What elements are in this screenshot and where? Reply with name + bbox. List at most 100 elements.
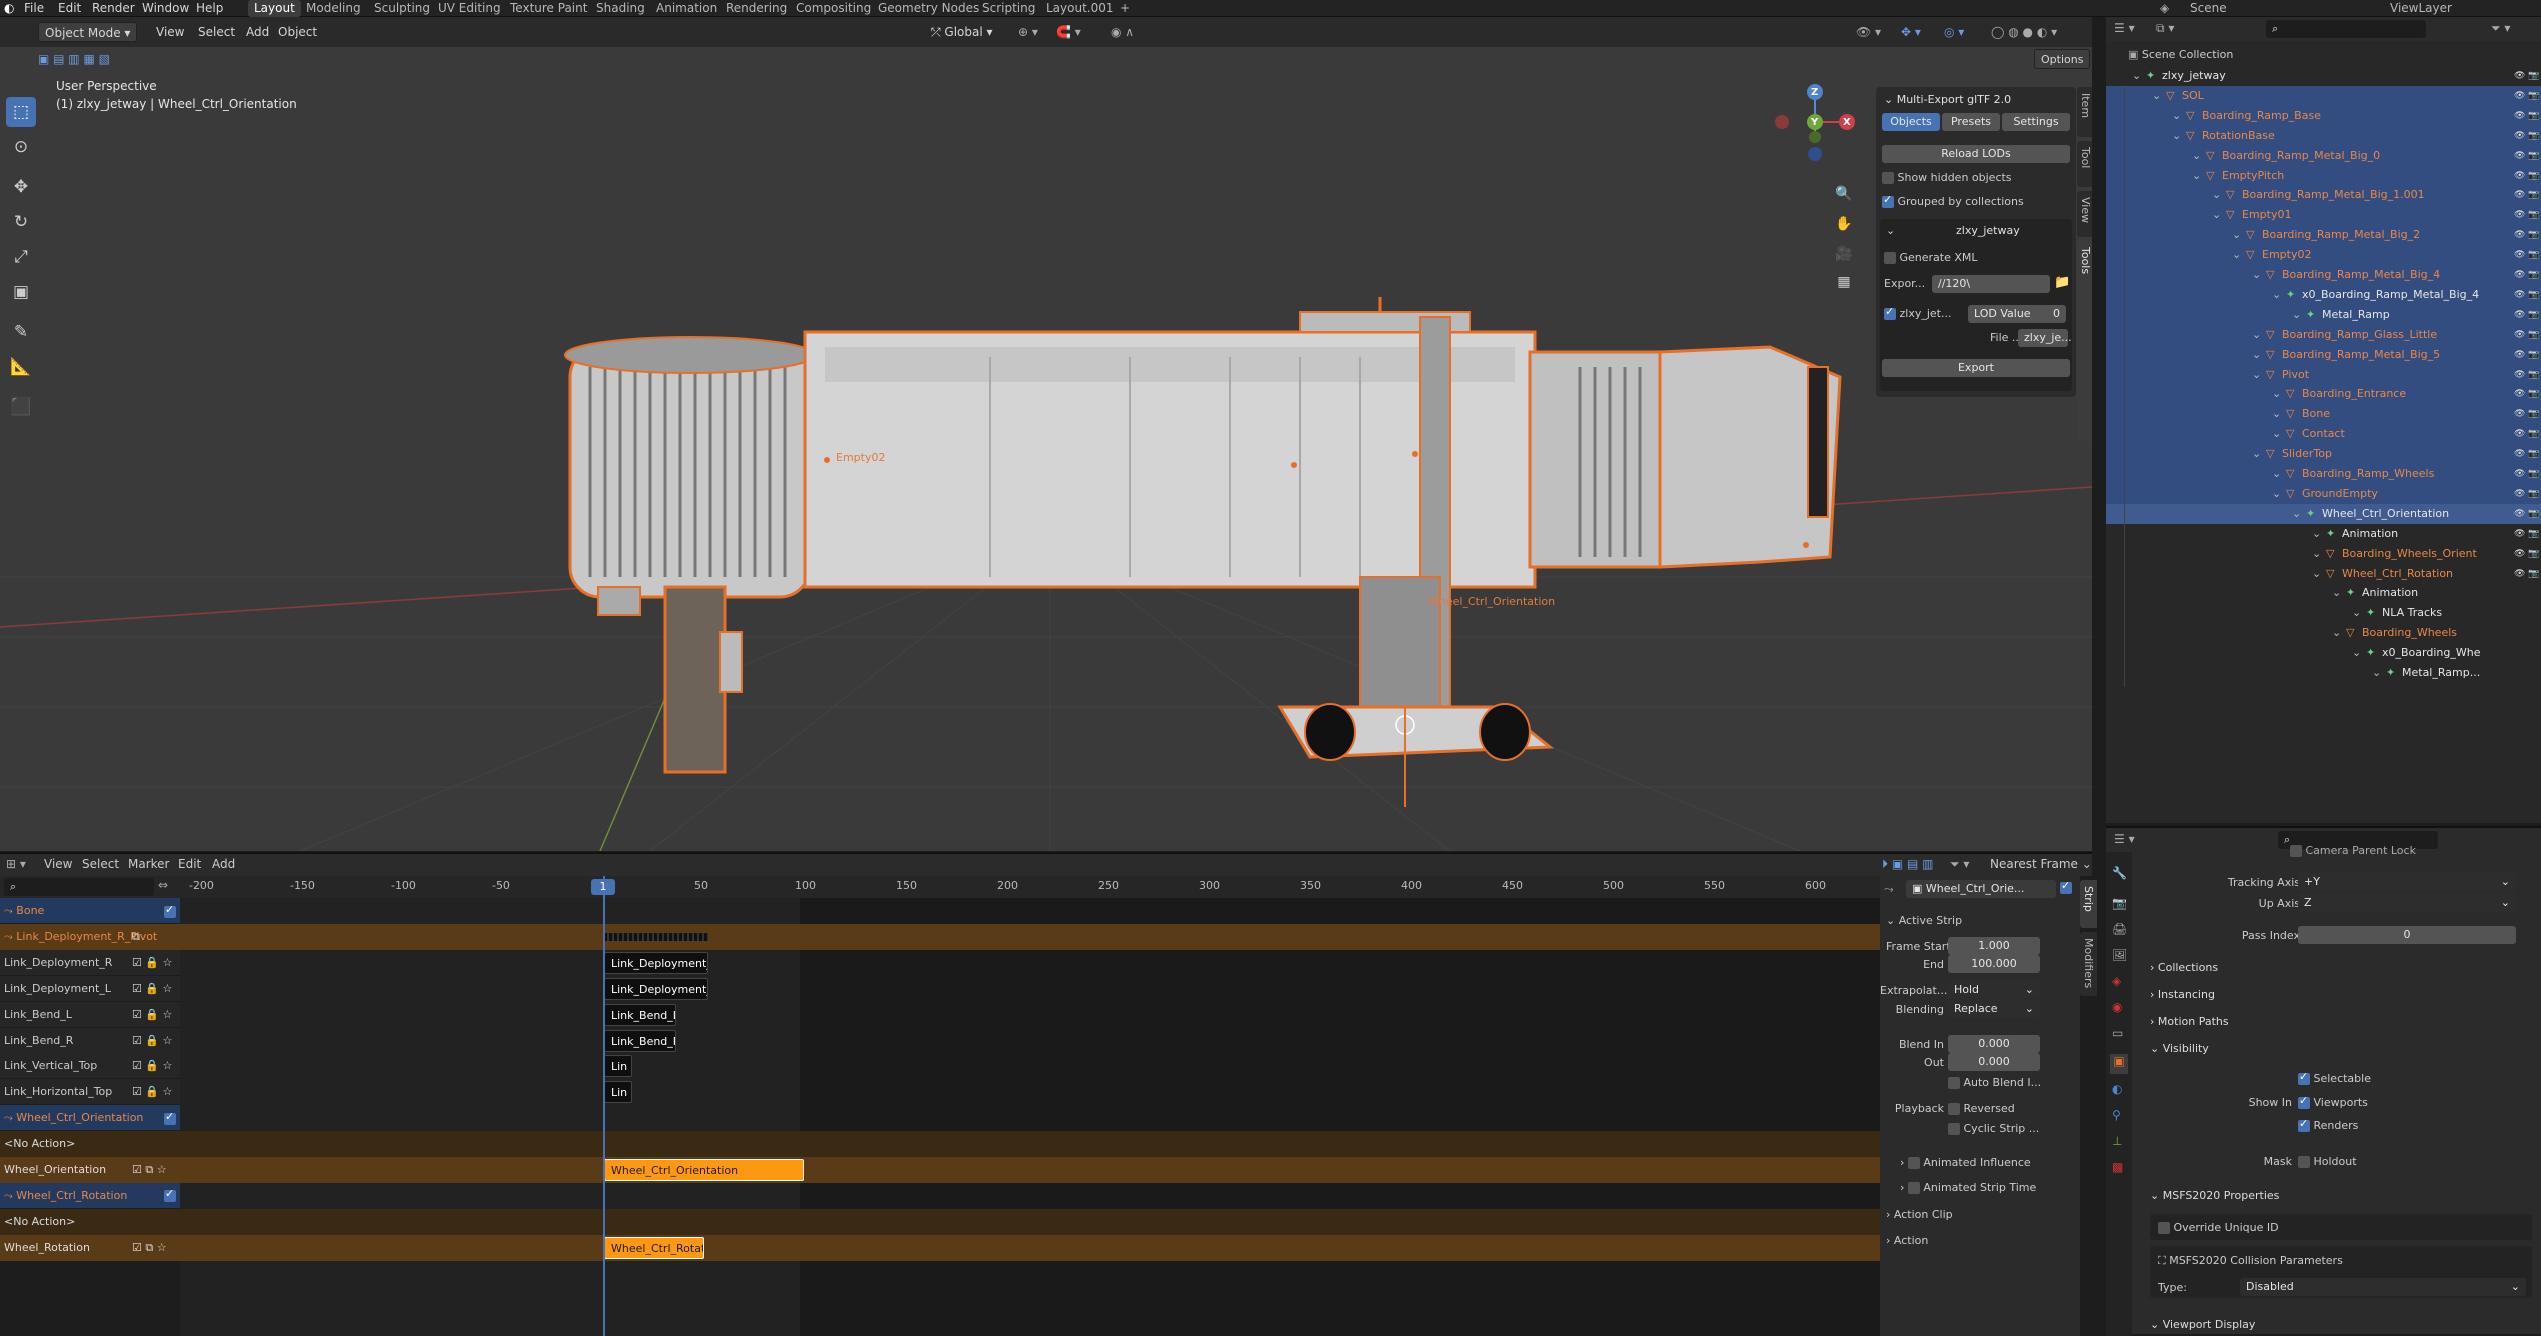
tab-shading[interactable]: Shading	[596, 1, 645, 15]
data-props-icon[interactable]: ⊥	[2112, 1134, 2122, 1148]
outliner-row[interactable]: ⌄ ▽ Wheel_Ctrl_Rotation 👁 📷	[2106, 564, 2541, 584]
expand-toggle-icon[interactable]: ⌄	[2252, 265, 2261, 285]
action-clip-section[interactable]: › Action Clip	[1886, 1208, 1953, 1221]
sidetab-modifiers[interactable]: Modifiers	[2080, 932, 2097, 996]
expand-toggle-icon[interactable]: ⌄	[2352, 643, 2361, 663]
tab-layout-001[interactable]: Layout.001	[1046, 1, 1114, 15]
outliner-row[interactable]: ⌄ ✦ Wheel_Ctrl_Orientation 👁 📷	[2106, 503, 2541, 524]
visibility-toggle-icon[interactable]: 👁 📷	[2514, 524, 2540, 544]
pan-hand-icon[interactable]: ✋	[1832, 212, 1856, 236]
expand-toggle-icon[interactable]: ⌄	[2312, 544, 2321, 564]
vp-menu-view[interactable]: View	[150, 22, 190, 42]
nla-strip[interactable]: Link_Deployment_	[604, 951, 708, 974]
expand-toggle-icon[interactable]: ⌄	[2312, 564, 2321, 584]
viewports-checkbox[interactable]: Viewports	[2298, 1094, 2368, 1109]
blender-logo-icon[interactable]: ◐	[4, 1, 14, 15]
track-header[interactable]: Link_Bend_R ☑ 🔒 ☆	[0, 1027, 180, 1053]
collection-props-icon[interactable]: ▭	[2112, 1026, 2123, 1040]
track-header[interactable]: ⤳ Bone	[0, 898, 180, 923]
expand-toggle-icon[interactable]: ⌄	[2272, 484, 2281, 504]
strip-name-field[interactable]: ▣ Wheel_Ctrl_Orie...	[1906, 880, 2056, 898]
tab-scripting[interactable]: Scripting	[982, 1, 1035, 15]
menu-help[interactable]: Help	[196, 1, 223, 15]
filter-icon[interactable]: ⏷ ▾	[2491, 21, 2510, 36]
expand-toggle-icon[interactable]: ⌄	[2232, 225, 2241, 245]
gizmo-z-label[interactable]: Z	[1811, 87, 1818, 98]
outliner-row[interactable]: ⌄ ▽ Boarding_Entrance 👁 📷	[2106, 384, 2541, 405]
outliner-row[interactable]: ⌄ ▽ Boarding_Ramp_Base 👁 📷	[2106, 105, 2541, 126]
chevron-down-icon[interactable]: ⌄	[1886, 224, 1895, 237]
collision-type-select[interactable]: Disabled ⌄	[2240, 1278, 2526, 1296]
cyclic-checkbox[interactable]: Cyclic Strip ...	[1948, 1122, 2039, 1135]
visibility-icon[interactable]: 👁 ▾	[1850, 22, 1887, 42]
folder-icon[interactable]: 📁	[2054, 275, 2070, 290]
strip-mute-checkbox[interactable]	[2060, 879, 2072, 894]
outliner-row[interactable]: ⌄ ▽ RotationBase 👁 📷	[2106, 125, 2541, 146]
nla-track[interactable]: Link_Bend_R ☑ 🔒 ☆ Link_Bend_R_	[0, 1027, 1880, 1054]
visibility-toggle-icon[interactable]: 👁 📷	[2514, 66, 2540, 86]
menu-window[interactable]: Window	[142, 1, 189, 15]
outliner-row[interactable]: ⌄ ✦ Animation	[2106, 583, 2541, 603]
mode-select[interactable]: Object Mode ▾	[38, 22, 138, 42]
nla-search-input[interactable]: ⌕	[4, 878, 154, 896]
menu-edit[interactable]: Edit	[58, 1, 81, 15]
lod-value-field[interactable]: LOD Value 0	[1968, 305, 2066, 323]
outliner-row[interactable]: ⌄ ▽ Boarding_Wheels	[2106, 623, 2541, 643]
viewport-display-section[interactable]: ⌄ Viewport Display	[2150, 1318, 2255, 1331]
outliner-row[interactable]: ⌄ ▽ GroundEmpty 👁 📷	[2106, 483, 2541, 504]
track-controls-icon[interactable]: ☑ 🔒 ☆	[132, 1008, 172, 1021]
reload-lods-button[interactable]: Reload LODs	[1882, 145, 2070, 163]
nla-strip[interactable]: Wheel_Ctrl_Rotati	[604, 1236, 704, 1259]
snap-icon[interactable]: 🧲 ▾	[1050, 22, 1087, 42]
visibility-toggle-icon[interactable]: 👁 📷	[2514, 106, 2540, 126]
visibility-toggle-icon[interactable]: 👁 📷	[2514, 86, 2540, 106]
sidetab-view[interactable]: View	[2077, 191, 2092, 237]
props-editor-type-icon[interactable]: ☰ ▾	[2114, 832, 2135, 846]
expand-toggle-icon[interactable]: ⌄	[2252, 444, 2261, 464]
visibility-toggle-icon[interactable]: 👁 📷	[2514, 245, 2540, 265]
add-workspace-button[interactable]: +	[1120, 1, 1130, 15]
outliner-search-input[interactable]: ⌕	[2266, 20, 2426, 38]
renders-checkbox[interactable]: Renders	[2298, 1117, 2358, 1132]
editor-type-icon[interactable]: ☰ ▾	[2114, 21, 2135, 35]
vp-menu-add[interactable]: Add	[240, 22, 275, 42]
tab-animation[interactable]: Animation	[656, 1, 717, 15]
texture-props-icon[interactable]: ▩	[2112, 1160, 2123, 1174]
action-section[interactable]: › Action	[1886, 1234, 1928, 1247]
up-axis-select[interactable]: Z ⌄	[2298, 894, 2516, 912]
blend-out-field[interactable]: 0.000	[1948, 1053, 2040, 1071]
nla-track[interactable]: Link_Bend_L ☑ 🔒 ☆ Link_Bend_L_	[0, 1001, 1880, 1028]
camera-parent-lock-checkbox[interactable]: Camera Parent Lock	[2290, 844, 2416, 857]
animated-influence-row[interactable]: › Animated Influence	[1900, 1156, 2031, 1169]
track-controls-icon[interactable]: ☑ ⧉ ☆	[132, 1241, 167, 1255]
file-field[interactable]: zlxy_je...	[2018, 329, 2072, 347]
nla-track[interactable]: <No Action>	[0, 1131, 1880, 1158]
display-mode-icon[interactable]: ⧉ ▾	[2156, 21, 2174, 36]
object-props-icon[interactable]: ▣	[2110, 1054, 2128, 1074]
motion-paths-section[interactable]: › Motion Paths	[2150, 1015, 2229, 1028]
nla-track[interactable]: ⤳ Wheel_Ctrl_Rotation	[0, 1182, 1880, 1209]
menu-render[interactable]: Render	[92, 1, 135, 15]
tab-objects[interactable]: Objects	[1882, 113, 1940, 131]
nla-track[interactable]: Link_Vertical_Top ☑ 🔒 ☆ Lin	[0, 1053, 1880, 1079]
object-enable-checkbox[interactable]	[164, 1110, 176, 1125]
tab-texture-paint[interactable]: Texture Paint	[510, 1, 587, 15]
visibility-toggle-icon[interactable]: 👁 📷	[2514, 126, 2540, 146]
zoom-icon[interactable]: 🔍	[1832, 182, 1856, 206]
outliner-row[interactable]: ⌄ ▽ EmptyPitch 👁 📷	[2106, 165, 2541, 186]
expand-toggle-icon[interactable]: ⌄	[2232, 245, 2241, 265]
proportional-edit-icon[interactable]: ◉ ∧	[1105, 22, 1140, 42]
snap-mode-select[interactable]: Nearest Frame ⌄	[1990, 857, 2092, 871]
nla-menu-add[interactable]: Add	[212, 857, 235, 871]
visibility-toggle-icon[interactable]: 👁 📷	[2514, 484, 2540, 504]
outliner-row[interactable]: ⌄ ▽ Boarding_Ramp_Metal_Big_2 👁 📷	[2106, 225, 2541, 246]
current-frame-indicator[interactable]: 1	[591, 879, 615, 895]
visibility-toggle-icon[interactable]: 👁 📷	[2514, 544, 2540, 564]
track-controls-icon[interactable]: ⧉	[132, 930, 140, 944]
tab-presets[interactable]: Presets	[1942, 113, 2000, 131]
nla-strip[interactable]: Link_Bend_L_	[604, 1003, 676, 1026]
expand-toggle-icon[interactable]: ⌄	[2272, 404, 2281, 424]
show-hidden-checkbox[interactable]: Show hidden objects	[1882, 171, 2012, 184]
visibility-toggle-icon[interactable]: 👁 📷	[2514, 504, 2540, 524]
nla-track[interactable]: Link_Deployment_L ☑ 🔒 ☆ Link_Deployment_	[0, 975, 1880, 1002]
